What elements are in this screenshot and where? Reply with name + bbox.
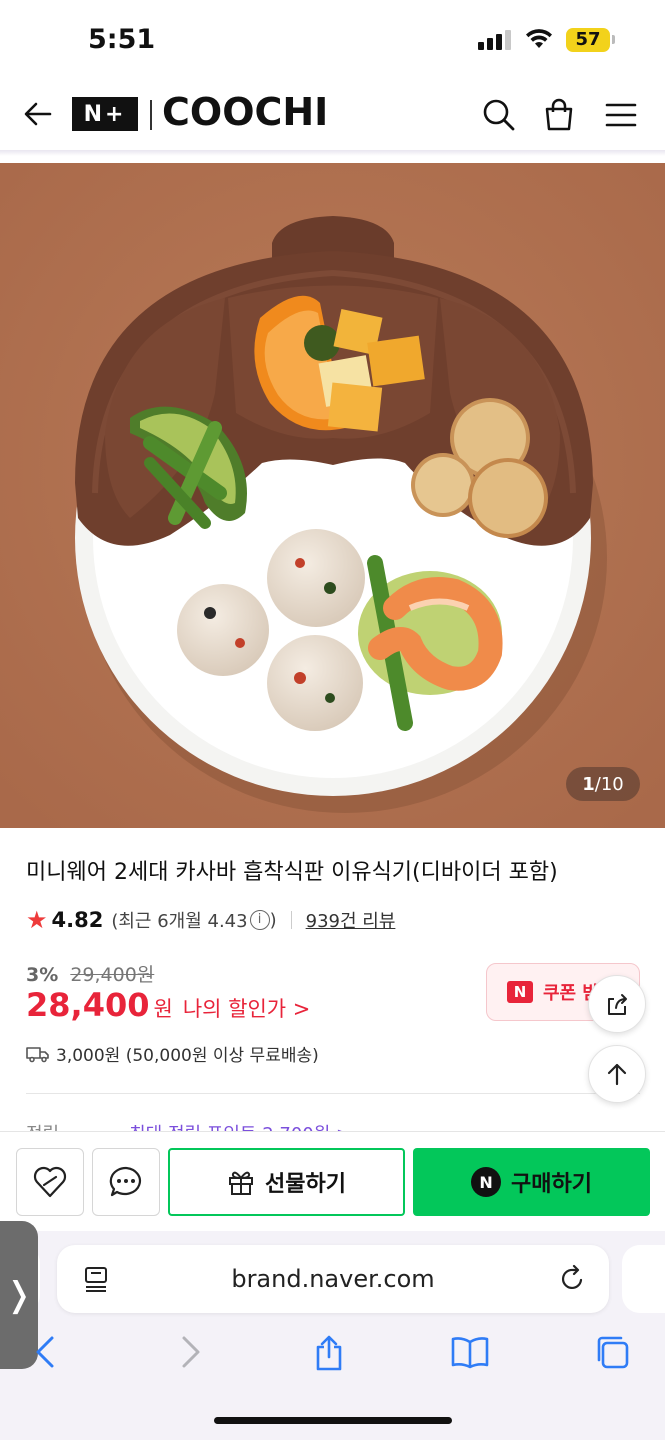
rating-row: ★ 4.82 (최근 6개월 4.43 i ) 939건 리뷰 (26, 906, 395, 934)
battery-tip (612, 35, 615, 44)
price-row: 28,400 원 나의 할인가 > (26, 986, 310, 1024)
naver-plus-badge[interactable]: N+ (72, 97, 138, 131)
price-unit: 원 (153, 997, 173, 1021)
cellular-signal-icon (478, 30, 511, 50)
wishlist-button[interactable] (16, 1148, 84, 1216)
naver-pay-icon: N (471, 1167, 502, 1197)
recent-rating-close: ) (269, 909, 277, 931)
share-sheet-icon[interactable] (312, 1334, 346, 1372)
home-indicator (214, 1417, 452, 1424)
delivery-truck-icon (26, 1046, 49, 1062)
rating-separator (290, 911, 292, 929)
url-text[interactable]: brand.naver.com (57, 1265, 609, 1293)
heart-icon (33, 1166, 67, 1198)
scroll-top-button[interactable] (588, 1045, 646, 1103)
browser-back-icon[interactable] (30, 1334, 60, 1370)
rating-score: 4.82 (51, 908, 104, 932)
shopping-bag-icon[interactable] (540, 96, 578, 134)
status-bar: 5:51 57 (0, 0, 665, 80)
gift-button[interactable]: 선물하기 (168, 1148, 405, 1216)
menu-icon[interactable] (602, 96, 640, 134)
next-tab-peek[interactable] (622, 1245, 665, 1313)
sale-price: 28,400 (26, 986, 150, 1024)
reload-icon[interactable] (559, 1263, 587, 1293)
review-count-link[interactable]: 939건 리뷰 (306, 907, 396, 933)
star-icon: ★ (26, 906, 48, 934)
image-counter-total: /10 (594, 773, 624, 795)
original-price: 29,400원 (70, 964, 155, 986)
bookmarks-icon[interactable] (450, 1334, 490, 1370)
gift-icon (229, 1171, 254, 1195)
recent-rating: (최근 6개월 4.43 (111, 911, 248, 932)
arrow-up-icon (607, 1063, 627, 1086)
header-divider (0, 150, 665, 156)
back-arrow-icon[interactable] (20, 96, 56, 132)
discount-row: 3% 29,400원 (26, 960, 154, 987)
phone-screen: 5:51 57 N+ COOCHI 1 /10 미니웨어 2세대 카사바 흡착식… (0, 0, 665, 1440)
info-divider (26, 1093, 640, 1094)
talk-button[interactable] (92, 1148, 160, 1216)
store-header: N+ COOCHI (0, 82, 665, 150)
buy-button[interactable]: N 구매하기 (413, 1148, 650, 1216)
chat-bubble-icon (109, 1166, 142, 1197)
image-counter: 1/10 (566, 767, 640, 801)
product-image[interactable] (0, 163, 665, 828)
buy-label: 구매하기 (511, 1172, 592, 1197)
my-discount-link[interactable]: 나의 할인가 > (183, 993, 311, 1023)
brand-divider (150, 100, 152, 130)
gift-label: 선물하기 (265, 1172, 346, 1197)
share-button[interactable] (588, 975, 646, 1033)
info-icon[interactable]: i (249, 910, 270, 930)
tabs-icon[interactable] (594, 1334, 630, 1370)
image-counter-current: 1 (582, 773, 595, 795)
discount-percent: 3% (26, 964, 59, 986)
store-name[interactable]: COOCHI (162, 90, 328, 134)
shipping-text: 3,000원 (50,000원 이상 무료배송) (56, 1046, 319, 1066)
status-time: 5:51 (88, 24, 156, 55)
purchase-action-bar: 선물하기 N 구매하기 (0, 1131, 665, 1231)
chevron-right-icon: ❭ (4, 1275, 34, 1315)
product-title: 미니웨어 2세대 카사바 흡착식판 이유식기(디바이더 포함) (26, 860, 558, 885)
plate-illustration (0, 163, 665, 828)
battery-level: 57 (566, 28, 610, 52)
naver-n-icon: N (507, 981, 533, 1003)
browser-forward-icon[interactable] (176, 1334, 206, 1370)
shipping-info: 3,000원 (50,000원 이상 무료배송) (26, 1041, 319, 1066)
search-icon[interactable] (480, 96, 518, 134)
address-bar[interactable]: brand.naver.com (57, 1245, 609, 1313)
share-icon (608, 994, 627, 1015)
wifi-icon (526, 29, 552, 48)
